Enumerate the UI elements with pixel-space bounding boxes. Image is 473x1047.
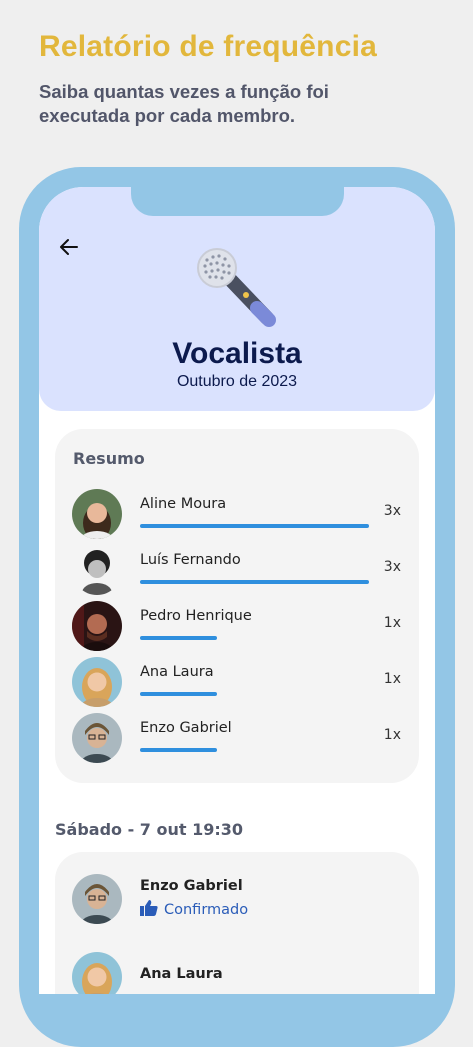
- event-card: Enzo Gabriel Confirmado Ana Laura: [55, 852, 419, 994]
- role-title: Vocalista: [172, 337, 302, 370]
- avatar: [72, 713, 122, 763]
- avatar: [72, 489, 122, 539]
- role-header: Vocalista Outubro de 2023: [39, 187, 435, 411]
- member-name: Enzo Gabriel: [140, 878, 243, 894]
- avatar: [72, 601, 122, 651]
- role-month: Outubro de 2023: [176, 373, 298, 390]
- app-screen: Vocalista Outubro de 2023 Resumo Aline M…: [39, 187, 435, 994]
- frequency-bar: [140, 748, 217, 752]
- summary-row[interactable]: Pedro Henrique 1x: [55, 601, 419, 651]
- frequency-count: 1x: [383, 615, 401, 631]
- avatar: [72, 952, 122, 994]
- frequency-count: 1x: [383, 727, 401, 743]
- avatar: [72, 545, 122, 595]
- promo-subtitle: Saiba quantas vezes a função foi executa…: [39, 81, 329, 126]
- summary-row[interactable]: Ana Laura 1x: [55, 657, 419, 707]
- frequency-bar: [140, 692, 217, 696]
- back-arrow-icon[interactable]: [57, 235, 81, 259]
- frequency-count: 1x: [383, 671, 401, 687]
- frequency-bar: [140, 524, 369, 528]
- status-confirmed: Confirmado: [140, 900, 248, 920]
- phone-notch: [131, 187, 344, 216]
- member-name: Enzo Gabriel: [140, 720, 232, 736]
- event-date: Sábado - 7 out 19:30: [55, 820, 244, 839]
- summary-card: Resumo Aline Moura 3x Luís Fernando 3x P…: [55, 429, 419, 783]
- member-name: Aline Moura: [140, 496, 227, 512]
- event-member-row[interactable]: Ana Laura: [55, 952, 419, 994]
- status-label: Confirmado: [164, 902, 249, 918]
- summary-row[interactable]: Aline Moura 3x: [55, 489, 419, 539]
- frequency-count: 3x: [383, 559, 401, 575]
- event-member-row[interactable]: Enzo Gabriel Confirmado: [55, 874, 419, 924]
- summary-row[interactable]: Luís Fernando 3x: [55, 545, 419, 595]
- member-name: Ana Laura: [140, 966, 223, 982]
- summary-title: Resumo: [73, 449, 145, 468]
- member-name: Ana Laura: [140, 664, 214, 680]
- microphone-icon: [195, 246, 279, 328]
- avatar: [72, 657, 122, 707]
- promo-title: Relatório de frequência: [39, 30, 378, 63]
- frequency-bar: [140, 580, 369, 584]
- frequency-bar: [140, 636, 217, 640]
- frequency-count: 3x: [383, 503, 401, 519]
- summary-row[interactable]: Enzo Gabriel 1x: [55, 713, 419, 763]
- avatar: [72, 874, 122, 924]
- member-name: Pedro Henrique: [140, 608, 252, 624]
- thumbs-up-icon: [140, 900, 158, 920]
- member-name: Luís Fernando: [140, 552, 241, 568]
